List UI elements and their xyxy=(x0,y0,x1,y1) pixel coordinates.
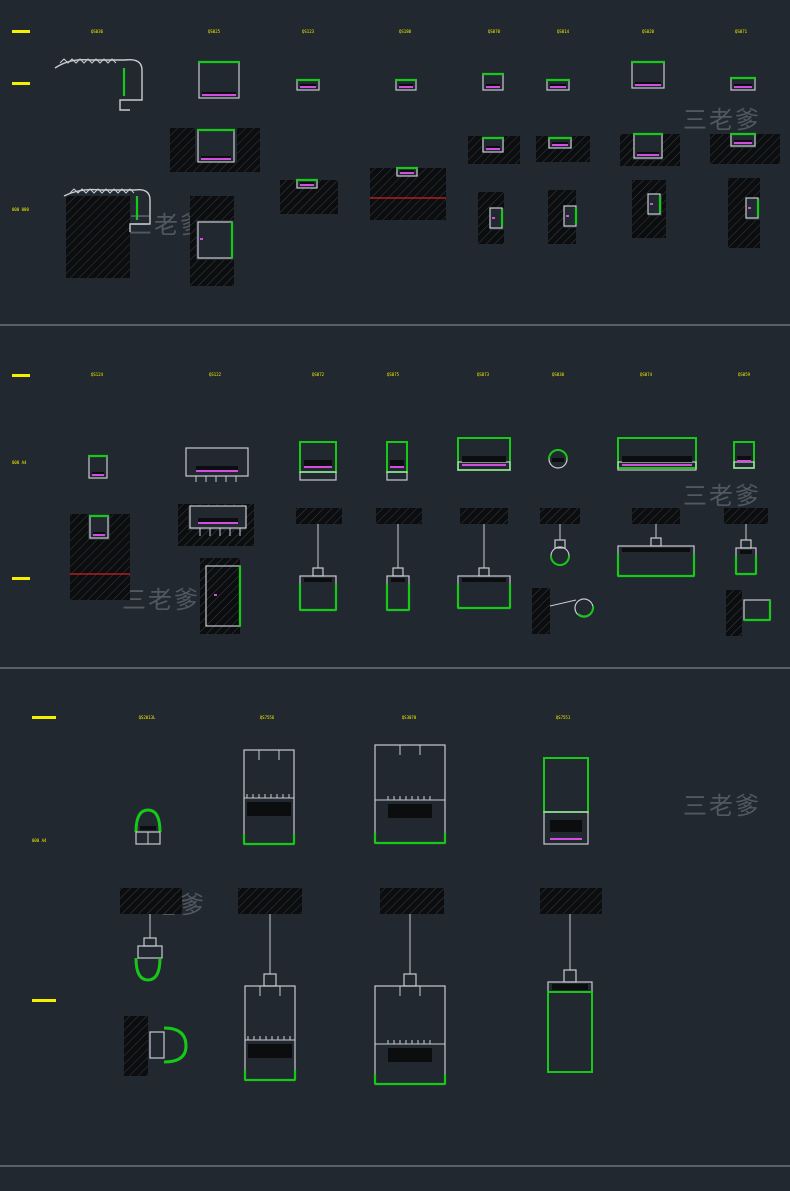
substrate-hatch xyxy=(724,508,768,524)
led-chip-area xyxy=(552,984,588,990)
substrate-hatch xyxy=(296,508,342,524)
mount-bracket xyxy=(650,537,662,547)
stair-nosing-profile xyxy=(54,58,143,111)
led-strip xyxy=(650,203,653,205)
diffuser-cover xyxy=(547,991,593,1073)
profile-housing xyxy=(386,471,408,481)
diffuser-cover xyxy=(543,757,589,813)
led-strip xyxy=(93,534,105,536)
led-strip xyxy=(202,94,236,96)
led-strip xyxy=(201,158,231,160)
substrate-hatch xyxy=(632,508,680,524)
led-chip-area xyxy=(248,1044,292,1058)
diffuser-cover xyxy=(550,555,570,566)
led-chip-area xyxy=(304,460,332,466)
led-chip-area xyxy=(391,578,405,582)
substrate-hatch xyxy=(540,888,602,914)
substrate-hatch xyxy=(120,888,182,914)
led-strip xyxy=(300,184,314,186)
led-strip xyxy=(486,86,500,88)
mount-bracket xyxy=(478,567,490,577)
led-strip xyxy=(737,460,751,462)
diffuser-cover xyxy=(577,605,595,618)
led-strip xyxy=(635,84,661,86)
led-chip-area xyxy=(552,458,564,462)
led-strip xyxy=(198,522,238,524)
profile-housing xyxy=(743,599,771,621)
substrate-hatch xyxy=(380,888,444,914)
led-strip xyxy=(734,86,752,88)
led-chip-area xyxy=(388,1048,432,1062)
substrate-hatch xyxy=(124,1016,148,1076)
diffuser-cover xyxy=(733,441,755,469)
diffuser-cover xyxy=(548,449,568,460)
led-chip-area xyxy=(388,804,432,818)
led-strip xyxy=(462,464,506,466)
substrate-hatch xyxy=(66,196,130,278)
led-strip xyxy=(637,154,659,156)
substrate-hatch xyxy=(376,508,422,524)
led-strip xyxy=(214,594,217,596)
led-chip-area xyxy=(740,550,752,554)
substrate-hatch xyxy=(532,588,550,634)
mount-bracket xyxy=(143,937,157,947)
mount-bracket xyxy=(403,973,417,987)
led-strip xyxy=(390,466,404,468)
led-strip xyxy=(552,144,568,146)
profile-housing xyxy=(149,1031,165,1059)
led-chip-area xyxy=(622,456,692,462)
led-chip-area xyxy=(462,456,506,462)
profile-housing xyxy=(374,744,446,844)
led-strip xyxy=(399,86,413,88)
led-chip-area xyxy=(304,578,332,582)
substrate-hatch xyxy=(460,508,508,524)
mount-bracket xyxy=(563,969,577,983)
substrate-hatch xyxy=(540,508,580,524)
led-chip-area xyxy=(390,460,404,466)
led-strip xyxy=(300,86,316,88)
led-chip-area xyxy=(737,456,751,460)
profile-housing xyxy=(244,985,296,1081)
profile-housing xyxy=(299,471,337,481)
wall-arm xyxy=(549,599,577,607)
recess-cut xyxy=(633,134,663,160)
cad-drawings xyxy=(54,58,780,1086)
led-strip xyxy=(92,474,104,476)
led-strip xyxy=(400,172,414,174)
led-strip xyxy=(304,466,332,468)
mount-bracket xyxy=(392,567,404,577)
led-chip-area xyxy=(247,802,291,816)
led-chip-area xyxy=(140,826,156,830)
diffuser-cover xyxy=(163,1026,188,1064)
led-chip-area xyxy=(462,578,506,582)
led-chip-area xyxy=(550,820,582,832)
mount-bracket xyxy=(263,973,277,987)
led-strip xyxy=(196,470,238,472)
led-strip xyxy=(550,838,582,840)
diffuser-cover xyxy=(617,437,697,469)
diffuser-cover xyxy=(134,957,162,982)
led-strip xyxy=(566,215,569,217)
led-strip xyxy=(550,86,566,88)
led-strip xyxy=(734,142,752,144)
led-strip xyxy=(748,207,751,209)
profile-housing xyxy=(243,749,295,845)
led-strip xyxy=(486,148,500,150)
led-strip xyxy=(622,464,692,466)
mount-bracket xyxy=(312,567,324,577)
led-chip-area xyxy=(622,548,690,552)
mount-bracket xyxy=(740,539,752,549)
led-strip xyxy=(200,238,203,240)
recess-cut xyxy=(88,514,110,540)
profile-housing xyxy=(137,945,163,959)
profile-housing xyxy=(374,985,446,1085)
substrate-hatch xyxy=(238,888,302,914)
led-strip xyxy=(492,217,495,219)
substrate-hatch xyxy=(726,590,742,636)
